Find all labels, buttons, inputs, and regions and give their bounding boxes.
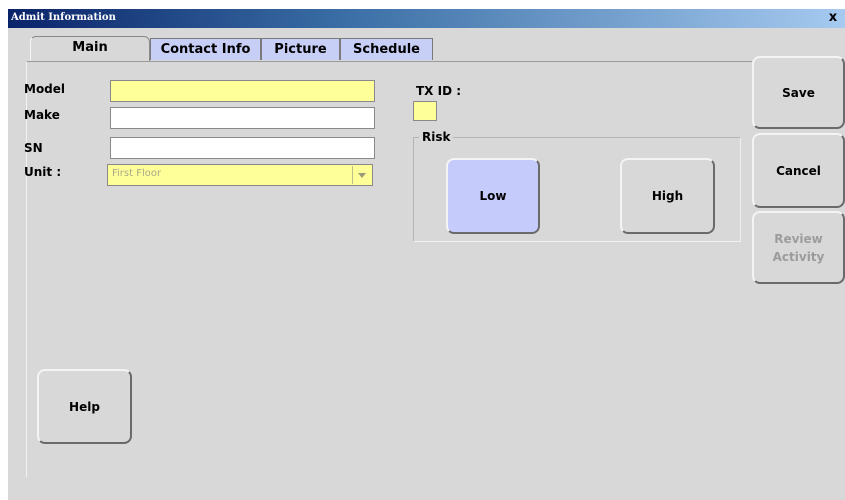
sn-input[interactable] bbox=[110, 137, 375, 159]
unit-label: Unit : bbox=[24, 165, 62, 179]
unit-select[interactable]: First Floor bbox=[107, 164, 373, 186]
make-label: Make bbox=[24, 108, 60, 122]
sn-label: SN bbox=[24, 141, 43, 155]
risk-label: Risk bbox=[419, 130, 454, 144]
make-input[interactable] bbox=[110, 107, 375, 129]
dropdown-arrow-icon[interactable] bbox=[352, 166, 371, 184]
tab-picture[interactable]: Picture bbox=[261, 38, 340, 60]
cancel-button[interactable]: Cancel bbox=[752, 133, 845, 208]
tx-id-label: TX ID : bbox=[416, 84, 462, 98]
risk-high-button[interactable]: High bbox=[620, 158, 715, 234]
title-bar: Admit Information x bbox=[8, 9, 845, 28]
unit-select-value: First Floor bbox=[112, 168, 162, 179]
help-button[interactable]: Help bbox=[37, 369, 132, 444]
model-input[interactable] bbox=[110, 80, 375, 102]
tab-main[interactable]: Main bbox=[30, 36, 150, 62]
save-button[interactable]: Save bbox=[752, 56, 845, 129]
tab-schedule[interactable]: Schedule bbox=[340, 38, 433, 60]
review-activity-button[interactable]: Review Activity bbox=[752, 211, 845, 284]
tab-contact-info[interactable]: Contact Info bbox=[150, 38, 261, 60]
window-title: Admit Information bbox=[11, 12, 116, 23]
model-label: Model bbox=[24, 82, 66, 96]
risk-low-button[interactable]: Low bbox=[446, 158, 540, 234]
close-icon[interactable]: x bbox=[825, 10, 841, 26]
tx-id-input[interactable] bbox=[413, 101, 437, 121]
